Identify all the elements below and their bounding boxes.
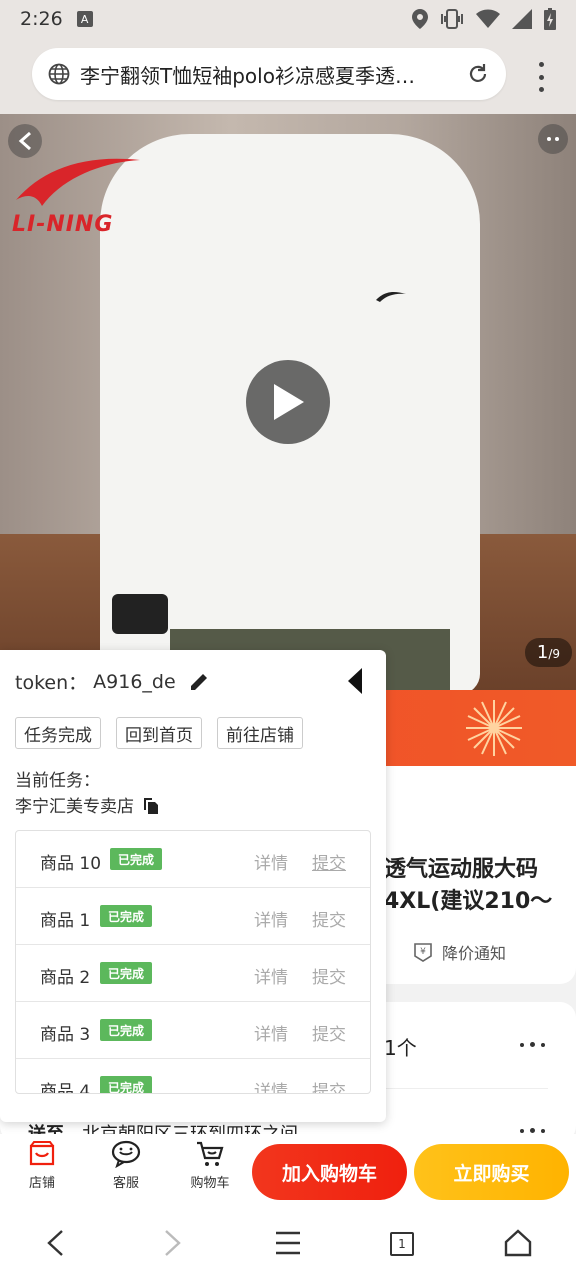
list-item: 商品 1 已完成 详情 提交 [16, 888, 370, 945]
bottom-action-bar: 店铺 客服 购物车 加入购物车 立即购买 [0, 1134, 576, 1206]
image-counter: 1/9 [524, 638, 572, 667]
shop-button[interactable]: 店铺 [12, 1140, 72, 1191]
wifi-icon [476, 9, 500, 28]
spec-more-icon[interactable] [520, 1042, 545, 1047]
forward-arrow-icon[interactable] [162, 1228, 184, 1258]
status-badge: 已完成 [100, 1076, 153, 1093]
notification-a-icon: A [76, 11, 93, 27]
current-task-name: 李宁汇美专卖店 [15, 792, 160, 817]
cart-button[interactable]: 购物车 [180, 1140, 240, 1191]
status-time: 2:26 [20, 8, 63, 30]
detail-link[interactable]: 详情 [254, 849, 288, 874]
list-item: 商品 3 已完成 详情 提交 [16, 1002, 370, 1059]
home-icon[interactable] [504, 1228, 532, 1258]
list-item: 商品 10 已完成 详情 提交 [16, 831, 370, 888]
li-ning-swoosh-icon [16, 158, 140, 206]
location-icon [412, 9, 428, 29]
product-image-carousel[interactable]: LI-NING 1/9 [0, 114, 576, 690]
customer-service-button[interactable]: 客服 [96, 1140, 156, 1191]
submit-link[interactable]: 提交 [312, 906, 346, 931]
token-row: token： A916_de [15, 668, 210, 695]
product-task-list[interactable]: 商品 10 已完成 详情 提交 商品 1 已完成 详情 提交 商品 2 已完成 … [15, 830, 371, 1094]
submit-link[interactable]: 提交 [312, 963, 346, 988]
firework-icon [466, 700, 522, 756]
status-badge: 已完成 [100, 905, 153, 927]
tabs-count-button[interactable]: 1 [390, 1232, 414, 1256]
token-label: token： [15, 672, 88, 694]
list-item: 商品 4 已完成 详情 提交 [16, 1059, 370, 1093]
collapse-panel-icon[interactable] [346, 668, 364, 694]
submit-link[interactable]: 提交 [312, 1020, 346, 1045]
reload-icon[interactable] [466, 62, 490, 86]
menu-icon[interactable] [274, 1228, 302, 1258]
status-badge: 已完成 [100, 1019, 153, 1041]
battery-icon [544, 8, 556, 30]
more-options-button[interactable] [538, 124, 568, 154]
add-to-cart-button[interactable]: 加入购物车 [252, 1144, 407, 1200]
browser-menu-icon[interactable] [536, 62, 546, 92]
buy-now-button[interactable]: 立即购买 [414, 1144, 569, 1200]
ship-more-icon[interactable] [520, 1128, 545, 1133]
back-to-home-button[interactable]: 回到首页 [116, 717, 202, 749]
shopping-cart-icon [197, 1141, 224, 1166]
task-complete-button[interactable]: 任务完成 [15, 717, 101, 749]
detail-link[interactable]: 详情 [254, 1077, 288, 1093]
submit-link[interactable]: 提交 [312, 849, 346, 874]
pencil-icon[interactable] [188, 671, 210, 693]
detail-link[interactable]: 详情 [254, 906, 288, 931]
quantity-text: 1个 [384, 1036, 417, 1060]
video-play-button[interactable] [246, 360, 330, 444]
status-bar: 2:26 A [0, 0, 576, 38]
detail-link[interactable]: 详情 [254, 1020, 288, 1045]
vibrate-icon [441, 9, 463, 29]
play-icon [274, 384, 304, 420]
go-to-shop-button[interactable]: 前往店铺 [217, 717, 303, 749]
url-text[interactable]: 李宁翻领T恤短袖polo衫凉感夏季透… [80, 60, 450, 89]
browser-bottom-nav: 1 [0, 1206, 576, 1280]
list-item: 商品 2 已完成 详情 提交 [16, 945, 370, 1002]
svg-text:¥: ¥ [420, 947, 426, 957]
price-alert-button[interactable]: ¥ 降价通知 [412, 940, 506, 964]
detail-link[interactable]: 详情 [254, 963, 288, 988]
back-button[interactable] [8, 124, 42, 158]
price-tag-icon: ¥ [414, 943, 432, 962]
back-arrow-icon[interactable] [44, 1228, 66, 1258]
globe-icon [48, 63, 70, 85]
current-task-label: 当前任务： [15, 771, 100, 791]
address-bar[interactable]: 李宁翻领T恤短袖polo衫凉感夏季透… [32, 48, 506, 100]
shop-icon [29, 1141, 55, 1166]
brand-logo: LI-NING [12, 150, 142, 250]
brand-text: LI-NING [12, 212, 114, 237]
browser-toolbar: 李宁翻领T恤短袖polo衫凉感夏季透… [0, 38, 576, 114]
product-title: 透气运动服大码 4XL(建议210～ [384, 857, 553, 914]
status-badge: 已完成 [110, 848, 163, 870]
chat-bubble-icon [111, 1140, 141, 1168]
copy-icon[interactable] [142, 796, 160, 814]
chest-logo-icon [376, 292, 406, 302]
token-value: A916_de [93, 670, 176, 693]
submit-link[interactable]: 提交 [312, 1077, 346, 1093]
task-overlay-panel: token： A916_de 任务完成 回到首页 前往店铺 当前任务： 李宁汇美… [0, 650, 386, 1122]
signal-icon [512, 9, 532, 29]
chevron-left-icon [18, 131, 31, 151]
status-badge: 已完成 [100, 962, 153, 984]
